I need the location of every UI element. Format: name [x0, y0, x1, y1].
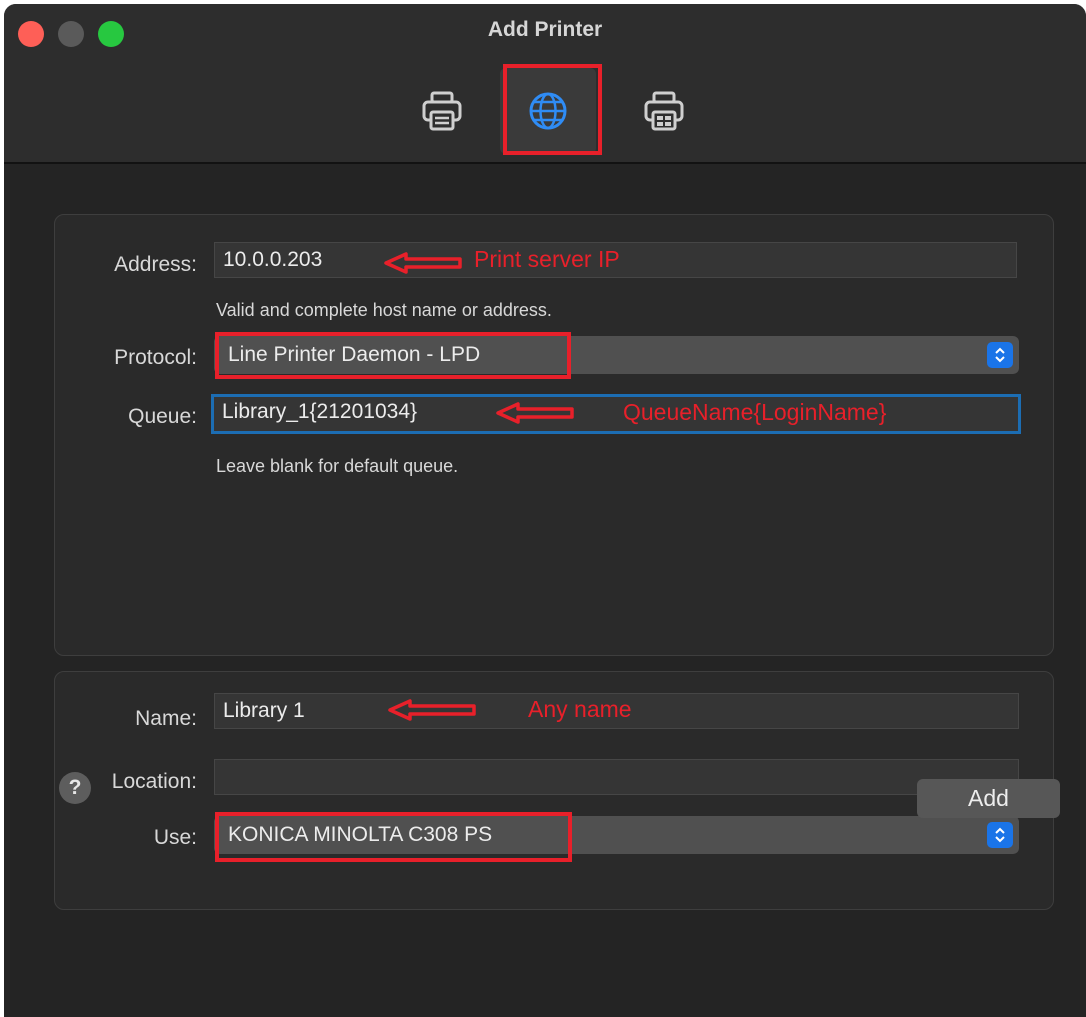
name-label: Name: [135, 707, 197, 730]
titlebar: Add Printer [4, 4, 1086, 164]
name-annotation-arrow-icon [388, 699, 476, 721]
driver-value: KONICA MINOLTA C308 PS [228, 823, 493, 846]
queue-field[interactable]: Library_1{21201034} [211, 394, 1021, 434]
help-button[interactable]: ? [59, 772, 91, 804]
protocol-select[interactable]: Line Printer Daemon - LPD [214, 336, 1019, 374]
protocol-value: Line Printer Daemon - LPD [228, 343, 481, 366]
add-printer-window: Add Printer Address: 10.0.0.203 Print se… [4, 4, 1086, 1017]
connection-panel [54, 214, 1054, 656]
address-hint: Valid and complete host name or address. [216, 300, 552, 320]
address-annotation: Print server IP [474, 246, 620, 272]
windows-printer-icon [644, 91, 684, 131]
chevron-updown-icon [987, 822, 1013, 848]
queue-label: Queue: [128, 405, 197, 428]
toolbar-ip-button[interactable] [500, 68, 596, 154]
toolbar-default-button[interactable] [394, 68, 490, 154]
queue-annotation-arrow-icon [496, 402, 574, 424]
use-label: Use: [153, 826, 197, 849]
window-title: Add Printer [487, 18, 603, 41]
address-label: Address: [114, 253, 197, 276]
protocol-label: Protocol: [114, 346, 197, 369]
printer-icon [422, 91, 462, 131]
name-annotation: Any name [528, 696, 632, 722]
toolbar-windows-button[interactable] [616, 68, 712, 154]
location-field[interactable] [214, 759, 1019, 795]
queue-annotation: QueueName{LoginName} [623, 399, 887, 425]
add-button[interactable]: Add [917, 779, 1060, 818]
globe-icon [529, 92, 567, 130]
address-annotation-arrow-icon [384, 252, 462, 274]
queue-hint: Leave blank for default queue. [216, 456, 459, 476]
driver-select[interactable]: KONICA MINOLTA C308 PS [214, 816, 1019, 854]
chevron-updown-icon [987, 342, 1013, 368]
